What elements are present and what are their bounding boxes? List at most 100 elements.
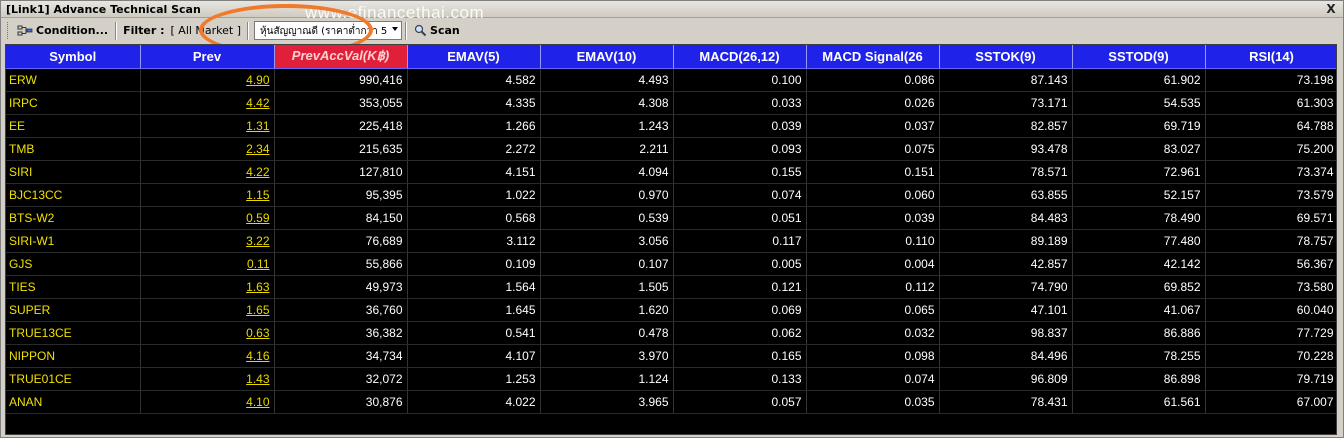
- col-macd-cell: 0.062: [673, 321, 807, 345]
- table-row[interactable]: GJS 0.11 55,866 0.109 0.107 0.005 0.004 42.857 4…: [6, 252, 1336, 276]
- col-prev-cell[interactable]: 0.11: [140, 252, 275, 276]
- condition-icon: [17, 25, 33, 35]
- col-symbol-cell: SIRI-W1: [6, 229, 141, 253]
- col-prev-cell[interactable]: 4.22: [140, 160, 275, 184]
- col-prev-cell[interactable]: 1.31: [140, 114, 275, 138]
- table-row[interactable]: SIRI 4.22 127,810 4.151 4.094 0.155 0.151 78.57…: [6, 160, 1336, 184]
- col-prev-acc-val-header[interactable]: PrevAccVal(K฿): [274, 45, 408, 69]
- col-rsi-cell: 73.579: [1205, 183, 1336, 207]
- col-prev-cell[interactable]: 1.43: [140, 367, 275, 391]
- col-symbol-header[interactable]: Symbol: [6, 45, 141, 69]
- col-prev-cell[interactable]: 4.42: [140, 91, 275, 115]
- col-sstod-cell: 61.561: [1072, 390, 1206, 414]
- col-emav10-cell: 4.493: [540, 68, 674, 92]
- col-emav5-cell: 3.112: [407, 229, 541, 253]
- col-emav10-cell: 0.478: [540, 321, 674, 345]
- col-emav10-header[interactable]: EMAV(10): [540, 45, 674, 69]
- col-rsi-cell: 60.040: [1205, 298, 1336, 322]
- table-row[interactable]: SIRI-W1 3.22 76,689 3.112 3.056 0.117 0.110 89.…: [6, 229, 1336, 253]
- col-macd-signal-cell: 0.004: [806, 252, 940, 276]
- col-sstok-cell: 47.101: [939, 298, 1073, 322]
- col-prev-cell[interactable]: 4.16: [140, 344, 275, 368]
- col-symbol-cell: TRUE13CE: [6, 321, 141, 345]
- col-rsi-cell: 64.788: [1205, 114, 1336, 138]
- col-prev-cell[interactable]: 1.15: [140, 183, 275, 207]
- col-prev-acc-val-cell: 32,072: [274, 367, 408, 391]
- col-prev-acc-val-cell: 95,395: [274, 183, 408, 207]
- advance-technical-scan-window: [Link1] Advance Technical Scan X Conditi…: [0, 0, 1344, 438]
- table-row[interactable]: ERW 4.90 990,416 4.582 4.493 0.100 0.086 87.143…: [6, 68, 1336, 92]
- col-macd-cell: 0.165: [673, 344, 807, 368]
- col-macd-signal-cell: 0.098: [806, 344, 940, 368]
- scan-button[interactable]: Scan: [410, 21, 464, 41]
- table-row[interactable]: NIPPON 4.16 34,734 4.107 3.970 0.165 0.098 84.4…: [6, 344, 1336, 368]
- col-sstod-header[interactable]: SSTOD(9): [1072, 45, 1206, 69]
- col-rsi-header[interactable]: RSI(14): [1205, 45, 1336, 69]
- toolbar-grip[interactable]: [7, 22, 10, 39]
- col-sstod-cell: 61.902: [1072, 68, 1206, 92]
- col-prev-cell[interactable]: 1.65: [140, 298, 275, 322]
- col-emav5-header[interactable]: EMAV(5): [407, 45, 541, 69]
- col-symbol-cell: ERW: [6, 68, 141, 92]
- col-emav5-cell: 0.541: [407, 321, 541, 345]
- col-symbol-cell: TIES: [6, 275, 141, 299]
- table-row[interactable]: TIES 1.63 49,973 1.564 1.505 0.121 0.112 74.790…: [6, 275, 1336, 299]
- toolbar: Condition... Filter : [ All Market ] หุ้…: [1, 3, 1343, 56]
- scan-preset-select[interactable]: หุ้นสัญญาณดี (ราคาต่ำกว่า 5: [254, 21, 403, 40]
- col-macd-signal-cell: 0.075: [806, 137, 940, 161]
- col-rsi-cell: 73.580: [1205, 275, 1336, 299]
- scan-label: Scan: [430, 24, 460, 37]
- col-macd-header[interactable]: MACD(26,12): [673, 45, 807, 69]
- col-prev-cell[interactable]: 3.22: [140, 229, 275, 253]
- col-symbol-cell: BTS-W2: [6, 206, 141, 230]
- table-row[interactable]: TRUE13CE 0.63 36,382 0.541 0.478 0.062 0.032 98…: [6, 321, 1336, 345]
- col-macd-signal-cell: 0.086: [806, 68, 940, 92]
- col-prev-acc-val-cell: 353,055: [274, 91, 408, 115]
- condition-button[interactable]: Condition...: [13, 21, 112, 41]
- col-symbol-cell: BJC13CC: [6, 183, 141, 207]
- table-row[interactable]: BJC13CC 1.15 95,395 1.022 0.970 0.074 0.060 63.…: [6, 183, 1336, 207]
- col-sstok-header[interactable]: SSTOK(9): [939, 45, 1073, 69]
- col-macd-signal-header[interactable]: MACD Signal(26: [806, 45, 940, 69]
- col-prev-cell[interactable]: 1.63: [140, 275, 275, 299]
- col-sstod-cell: 69.719: [1072, 114, 1206, 138]
- col-sstod-cell: 54.535: [1072, 91, 1206, 115]
- col-prev-cell[interactable]: 0.63: [140, 321, 275, 345]
- col-sstok-cell: 63.855: [939, 183, 1073, 207]
- col-emav10-cell: 3.965: [540, 390, 674, 414]
- col-rsi-cell: 78.757: [1205, 229, 1336, 253]
- col-macd-cell: 0.039: [673, 114, 807, 138]
- col-macd-cell: 0.005: [673, 252, 807, 276]
- col-prev-cell[interactable]: 0.59: [140, 206, 275, 230]
- col-prev-cell[interactable]: 4.10: [140, 390, 275, 414]
- table-row[interactable]: ANAN 4.10 30,876 4.022 3.965 0.057 0.035 78.431…: [6, 390, 1336, 414]
- col-macd-signal-cell: 0.026: [806, 91, 940, 115]
- table-row[interactable]: SUPER 1.65 36,760 1.645 1.620 0.069 0.065 47.10…: [6, 298, 1336, 322]
- col-prev-acc-val-cell: 55,866: [274, 252, 408, 276]
- col-macd-signal-cell: 0.065: [806, 298, 940, 322]
- col-emav10-cell: 3.056: [540, 229, 674, 253]
- col-prev-acc-val-cell: 225,418: [274, 114, 408, 138]
- toolbar-separator: [115, 21, 118, 40]
- close-icon[interactable]: X: [1324, 3, 1338, 16]
- col-symbol-cell: IRPC: [6, 91, 141, 115]
- col-sstok-cell: 42.857: [939, 252, 1073, 276]
- col-prev-acc-val-cell: 990,416: [274, 68, 408, 92]
- col-macd-signal-cell: 0.039: [806, 206, 940, 230]
- table-row[interactable]: EE 1.31 225,418 1.266 1.243 0.039 0.037 82.857 6…: [6, 114, 1336, 138]
- table-row[interactable]: BTS-W2 0.59 84,150 0.568 0.539 0.051 0.039 84.4…: [6, 206, 1336, 230]
- col-prev-header[interactable]: Prev: [140, 45, 275, 69]
- col-macd-cell: 0.155: [673, 160, 807, 184]
- table-row[interactable]: TMB 2.34 215,635 2.272 2.211 0.093 0.075 93.478…: [6, 137, 1336, 161]
- scan-results-grid[interactable]: Symbol Prev PrevAccVal(K฿) EMAV(5) EMAV(10) M…: [5, 44, 1337, 435]
- results-table: Symbol Prev PrevAccVal(K฿) EMAV(5) EMAV(10) M…: [6, 45, 1336, 414]
- table-row[interactable]: IRPC 4.42 353,055 4.335 4.308 0.033 0.026 73.17…: [6, 91, 1336, 115]
- scan-preset-value: หุ้นสัญญาณดี (ราคาต่ำกว่า 5: [260, 26, 388, 37]
- col-macd-cell: 0.057: [673, 390, 807, 414]
- col-emav10-cell: 2.211: [540, 137, 674, 161]
- filter-value[interactable]: [ All Market ]: [168, 24, 245, 37]
- table-row[interactable]: TRUE01CE 1.43 32,072 1.253 1.124 0.133 0.074 96…: [6, 367, 1336, 391]
- col-prev-cell[interactable]: 2.34: [140, 137, 275, 161]
- col-sstod-cell: 78.255: [1072, 344, 1206, 368]
- col-prev-cell[interactable]: 4.90: [140, 68, 275, 92]
